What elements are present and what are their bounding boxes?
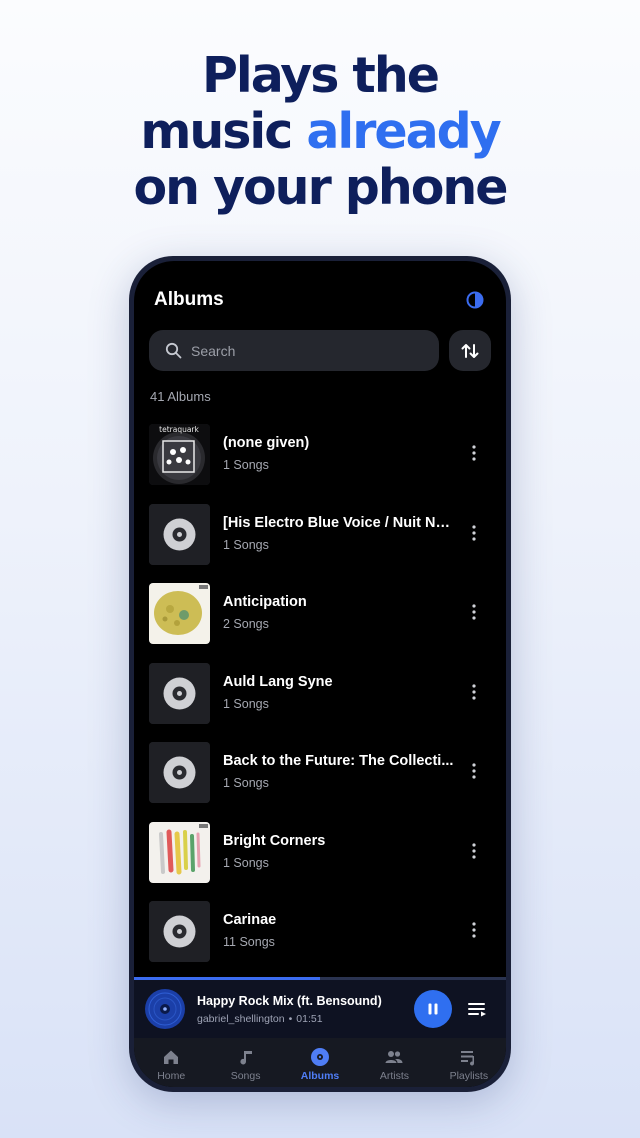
album-name: (none given)	[223, 435, 310, 451]
nav-tab-label: Artists	[379, 1070, 409, 1082]
nav-tab-home[interactable]: Home	[134, 1038, 208, 1087]
album-placeholder-disc-icon	[149, 662, 210, 724]
album-name: Carinae	[223, 912, 277, 928]
bottom-navigation: Home Songs Albums Artists Playlists	[134, 1038, 506, 1087]
headline-line-2-start: music	[140, 103, 307, 160]
headline: Plays the music already on your phone	[0, 48, 640, 216]
phone-frame: Albums 41 Albums tetraquark (none given) 1…	[129, 256, 511, 1092]
sort-icon	[461, 343, 479, 358]
album-placeholder-disc-icon	[149, 901, 210, 962]
meta-separator: •	[288, 1013, 293, 1025]
album-cover-art: tetraquark	[149, 424, 210, 485]
nav-tab-label: Playlists	[449, 1070, 489, 1082]
more-options-icon[interactable]	[467, 602, 481, 622]
nav-tab-albums[interactable]: Albums	[283, 1038, 357, 1087]
now-playing-disc-art	[145, 989, 185, 1029]
headline-line-2: music already	[0, 104, 640, 160]
nav-tab-label: Home	[157, 1070, 186, 1082]
now-playing-artist: gabriel_shellington	[197, 1013, 285, 1025]
album-list-item[interactable]: [His Electro Blue Voice / Nuit No... 1 So…	[134, 499, 506, 579]
nav-tab-label: Songs	[230, 1070, 261, 1082]
album-song-count: 11 Songs	[223, 935, 275, 949]
app-bar: Albums	[154, 285, 486, 315]
album-list-item[interactable]: Carinae 11 Songs	[134, 896, 506, 976]
pause-button[interactable]	[414, 990, 452, 1028]
more-options-icon[interactable]	[467, 682, 481, 702]
playlists-icon	[460, 1051, 474, 1066]
album-name: Anticipation	[223, 594, 307, 610]
nav-tab-label: Albums	[300, 1070, 340, 1082]
album-count: 41 Albums	[150, 389, 211, 404]
album-name: Auld Lang Syne	[223, 673, 333, 690]
more-options-icon[interactable]	[467, 761, 481, 781]
nav-tab-songs[interactable]: Songs	[208, 1038, 282, 1087]
album-song-count: 1 Songs	[223, 855, 269, 870]
contrast-icon[interactable]	[466, 291, 484, 309]
album-song-count: 1 Songs	[223, 458, 269, 472]
album-placeholder-disc-icon	[149, 503, 210, 565]
page-title: Albums	[154, 289, 224, 310]
phone-screen: Albums 41 Albums tetraquark (none given) 1…	[134, 261, 506, 1087]
headline-line-1: Plays the	[202, 47, 440, 104]
queue-icon[interactable]	[467, 999, 487, 1019]
tetraquark-logo-text: tetraquark	[159, 425, 199, 434]
album-song-count: 1 Songs	[223, 537, 269, 552]
album-list-item[interactable]: Bright Corners 1 Songs	[134, 817, 506, 897]
album-icon	[311, 1048, 330, 1066]
album-song-count: 1 Songs	[223, 776, 269, 790]
artists-icon	[385, 1051, 403, 1063]
album-list: tetraquark (none given) 1 Songs [His Electr…	[134, 419, 506, 976]
more-options-icon[interactable]	[467, 841, 481, 861]
album-list-item[interactable]: Back to the Future: The Collecti... 1 Son…	[134, 737, 506, 817]
more-options-icon[interactable]	[467, 443, 481, 463]
headline-accent: already	[306, 103, 501, 160]
album-song-count: 2 Songs	[223, 617, 269, 631]
search-icon	[165, 342, 182, 359]
album-placeholder-disc-icon	[149, 742, 210, 803]
nav-tab-playlists[interactable]: Playlists	[432, 1038, 506, 1087]
headline-line-3: on your phone	[133, 159, 508, 216]
now-playing-meta: gabriel_shellington • 01:51	[197, 1013, 323, 1025]
album-list-item[interactable]: Auld Lang Syne 1 Songs	[134, 658, 506, 738]
album-cover-art	[149, 583, 210, 644]
search-input[interactable]	[191, 342, 421, 359]
search-bar[interactable]	[149, 330, 439, 371]
more-options-icon[interactable]	[467, 523, 481, 543]
sort-button[interactable]	[449, 330, 491, 371]
pause-icon	[428, 1003, 438, 1015]
album-list-item[interactable]: Anticipation 2 Songs	[134, 578, 506, 658]
home-icon	[164, 1050, 179, 1064]
album-name: Back to the Future: The Collecti...	[223, 753, 454, 769]
album-song-count: 1 Songs	[223, 696, 269, 711]
now-playing-title: Happy Rock Mix (ft. Bensound)	[197, 994, 382, 1008]
mini-player[interactable]: Happy Rock Mix (ft. Bensound) gabriel_sh…	[134, 980, 506, 1038]
album-cover-art	[149, 821, 210, 883]
album-name: Bright Corners	[223, 832, 326, 849]
album-name: [His Electro Blue Voice / Nuit No...	[223, 514, 455, 531]
more-options-icon[interactable]	[467, 920, 481, 940]
music-note-icon	[240, 1051, 252, 1065]
nav-tab-artists[interactable]: Artists	[357, 1038, 431, 1087]
album-list-item[interactable]: tetraquark (none given) 1 Songs	[134, 419, 506, 499]
now-playing-time: 01:51	[296, 1013, 323, 1025]
